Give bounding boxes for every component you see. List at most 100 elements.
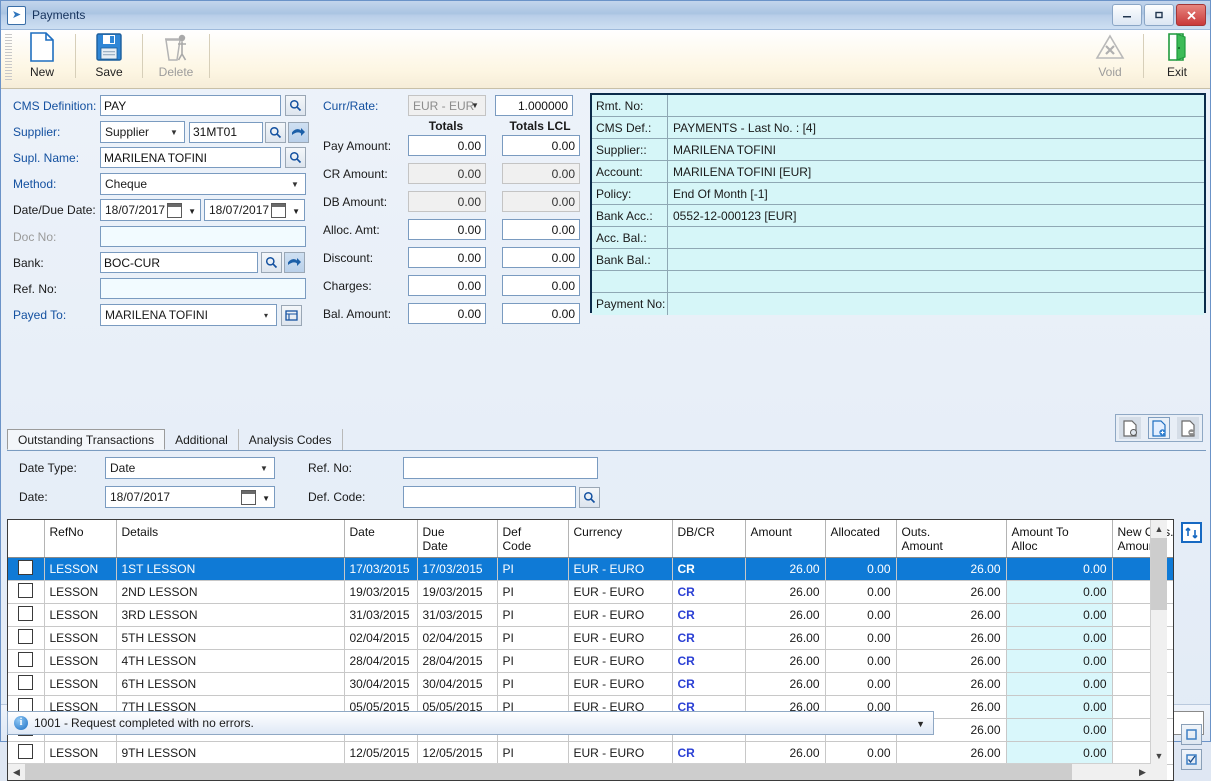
cell-allocated[interactable]: 0.00 xyxy=(825,650,896,673)
supl-name-input[interactable] xyxy=(100,147,281,168)
row-checkbox[interactable] xyxy=(18,606,33,621)
row-checkbox-cell[interactable] xyxy=(8,558,44,581)
column-header[interactable]: Outs.Amount xyxy=(896,520,1006,558)
cell-amount-to-alloc[interactable]: 0.00 xyxy=(1006,627,1112,650)
scroll-down-icon[interactable]: ▼ xyxy=(1151,747,1167,764)
column-header[interactable] xyxy=(8,520,44,558)
totals-value-input[interactable] xyxy=(408,247,486,268)
cell-date[interactable]: 02/04/2015 xyxy=(344,627,417,650)
cell-due-date[interactable]: 12/05/2015 xyxy=(417,742,497,765)
cell-outs-amount[interactable]: 26.00 xyxy=(896,627,1006,650)
tab-analysis-codes[interactable]: Analysis Codes xyxy=(239,429,343,450)
cell-details[interactable]: 6TH LESSON xyxy=(116,673,344,696)
column-header[interactable]: Allocated xyxy=(825,520,896,558)
row-checkbox[interactable] xyxy=(18,560,33,575)
cell-outs-amount[interactable]: 26.00 xyxy=(896,742,1006,765)
cell-allocated[interactable]: 0.00 xyxy=(825,558,896,581)
cell-date[interactable]: 12/05/2015 xyxy=(344,742,417,765)
cell-date[interactable]: 31/03/2015 xyxy=(344,604,417,627)
cell-dbcr[interactable]: CR xyxy=(672,581,745,604)
cell-allocated[interactable]: 0.00 xyxy=(825,673,896,696)
cell-details[interactable]: 5TH LESSON xyxy=(116,627,344,650)
cell-amount-to-alloc[interactable]: 0.00 xyxy=(1006,581,1112,604)
cell-def-code[interactable]: PI xyxy=(497,650,568,673)
payed-to-detail-button[interactable] xyxy=(281,305,302,326)
cell-details[interactable]: 3RD LESSON xyxy=(116,604,344,627)
column-header[interactable]: Date xyxy=(344,520,417,558)
delete-button[interactable]: Delete xyxy=(149,32,203,84)
bank-search-button[interactable] xyxy=(261,252,282,273)
cell-amount-to-alloc[interactable]: 0.00 xyxy=(1006,604,1112,627)
cell-dbcr[interactable]: CR xyxy=(672,627,745,650)
totals-lcl-value-input[interactable] xyxy=(502,219,580,240)
cell-dbcr[interactable]: CR xyxy=(672,604,745,627)
cell-def-code[interactable]: PI xyxy=(497,627,568,650)
cell-amount[interactable]: 26.00 xyxy=(745,627,825,650)
toolbar-grip[interactable] xyxy=(5,34,12,80)
row-checkbox-cell[interactable] xyxy=(8,627,44,650)
cell-amount[interactable]: 26.00 xyxy=(745,581,825,604)
cell-date[interactable]: 19/03/2015 xyxy=(344,581,417,604)
table-row[interactable]: LESSON3RD LESSON31/03/201531/03/2015PIEU… xyxy=(8,604,1174,627)
cell-amount-to-alloc[interactable]: 0.00 xyxy=(1006,650,1112,673)
filter-def-code-input[interactable] xyxy=(403,486,576,508)
cell-amount-to-alloc[interactable]: 0.00 xyxy=(1006,558,1112,581)
totals-value-input[interactable] xyxy=(408,219,486,240)
cell-amount[interactable]: 26.00 xyxy=(745,742,825,765)
totals-value-input[interactable] xyxy=(408,303,486,324)
new-button[interactable]: New xyxy=(15,32,69,84)
filter-date-input[interactable]: 18/07/2017 ▼ xyxy=(105,486,275,508)
cell-outs-amount[interactable]: 26.00 xyxy=(896,650,1006,673)
cell-amount-to-alloc[interactable]: 0.00 xyxy=(1006,719,1112,742)
row-checkbox-cell[interactable] xyxy=(8,650,44,673)
filter-ref-no-input[interactable] xyxy=(403,457,598,479)
cell-dbcr[interactable]: CR xyxy=(672,558,745,581)
cell-currency[interactable]: EUR - EURO xyxy=(568,558,672,581)
cell-currency[interactable]: EUR - EURO xyxy=(568,604,672,627)
tab-additional[interactable]: Additional xyxy=(165,429,239,450)
status-message-box[interactable]: i 1001 - Request completed with no error… xyxy=(7,711,934,735)
maximize-button[interactable] xyxy=(1144,4,1174,26)
cell-currency[interactable]: EUR - EURO xyxy=(568,627,672,650)
cell-refno[interactable]: LESSON xyxy=(44,627,116,650)
scroll-right-icon[interactable]: ▶ xyxy=(1134,764,1151,780)
bank-goto-arrow-button[interactable] xyxy=(284,252,305,273)
table-row[interactable]: LESSON4TH LESSON28/04/201528/04/2015PIEU… xyxy=(8,650,1174,673)
cell-date[interactable]: 17/03/2015 xyxy=(344,558,417,581)
cell-def-code[interactable]: PI xyxy=(497,673,568,696)
cell-refno[interactable]: LESSON xyxy=(44,558,116,581)
scroll-up-icon[interactable]: ▲ xyxy=(1151,520,1167,537)
cell-refno[interactable]: LESSON xyxy=(44,673,116,696)
column-header[interactable]: DB/CR xyxy=(672,520,745,558)
cell-refno[interactable]: LESSON xyxy=(44,650,116,673)
row-checkbox-cell[interactable] xyxy=(8,581,44,604)
cell-def-code[interactable]: PI xyxy=(497,742,568,765)
save-button[interactable]: Save xyxy=(82,32,136,84)
date-type-select[interactable]: Date ▼ xyxy=(105,457,275,479)
cell-dbcr[interactable]: CR xyxy=(672,673,745,696)
row-checkbox[interactable] xyxy=(18,583,33,598)
cell-refno[interactable]: LESSON xyxy=(44,581,116,604)
totals-value-input[interactable] xyxy=(408,275,486,296)
cell-def-code[interactable]: PI xyxy=(497,604,568,627)
table-row[interactable]: LESSON1ST LESSON17/03/201517/03/2015PIEU… xyxy=(8,558,1174,581)
totals-lcl-value-input[interactable] xyxy=(502,135,580,156)
column-header[interactable]: RefNo xyxy=(44,520,116,558)
cell-outs-amount[interactable]: 26.00 xyxy=(896,604,1006,627)
cell-outs-amount[interactable]: 26.00 xyxy=(896,558,1006,581)
refresh-grid-button[interactable] xyxy=(1181,522,1202,543)
cms-definition-input[interactable] xyxy=(100,95,281,116)
horizontal-scroll-thumb[interactable] xyxy=(25,764,1072,780)
cell-currency[interactable]: EUR - EURO xyxy=(568,650,672,673)
supplier-goto-arrow-button[interactable] xyxy=(288,122,309,143)
cell-allocated[interactable]: 0.00 xyxy=(825,742,896,765)
column-header[interactable]: DefCode xyxy=(497,520,568,558)
cell-date[interactable]: 30/04/2015 xyxy=(344,673,417,696)
minimize-button[interactable] xyxy=(1112,4,1142,26)
cell-details[interactable]: 4TH LESSON xyxy=(116,650,344,673)
void-button[interactable]: Void xyxy=(1083,32,1137,84)
grid-vertical-scrollbar[interactable]: ▲ ▼ xyxy=(1150,520,1167,780)
column-header[interactable]: Details xyxy=(116,520,344,558)
supplier-search-button[interactable] xyxy=(265,122,286,143)
row-checkbox-cell[interactable] xyxy=(8,673,44,696)
